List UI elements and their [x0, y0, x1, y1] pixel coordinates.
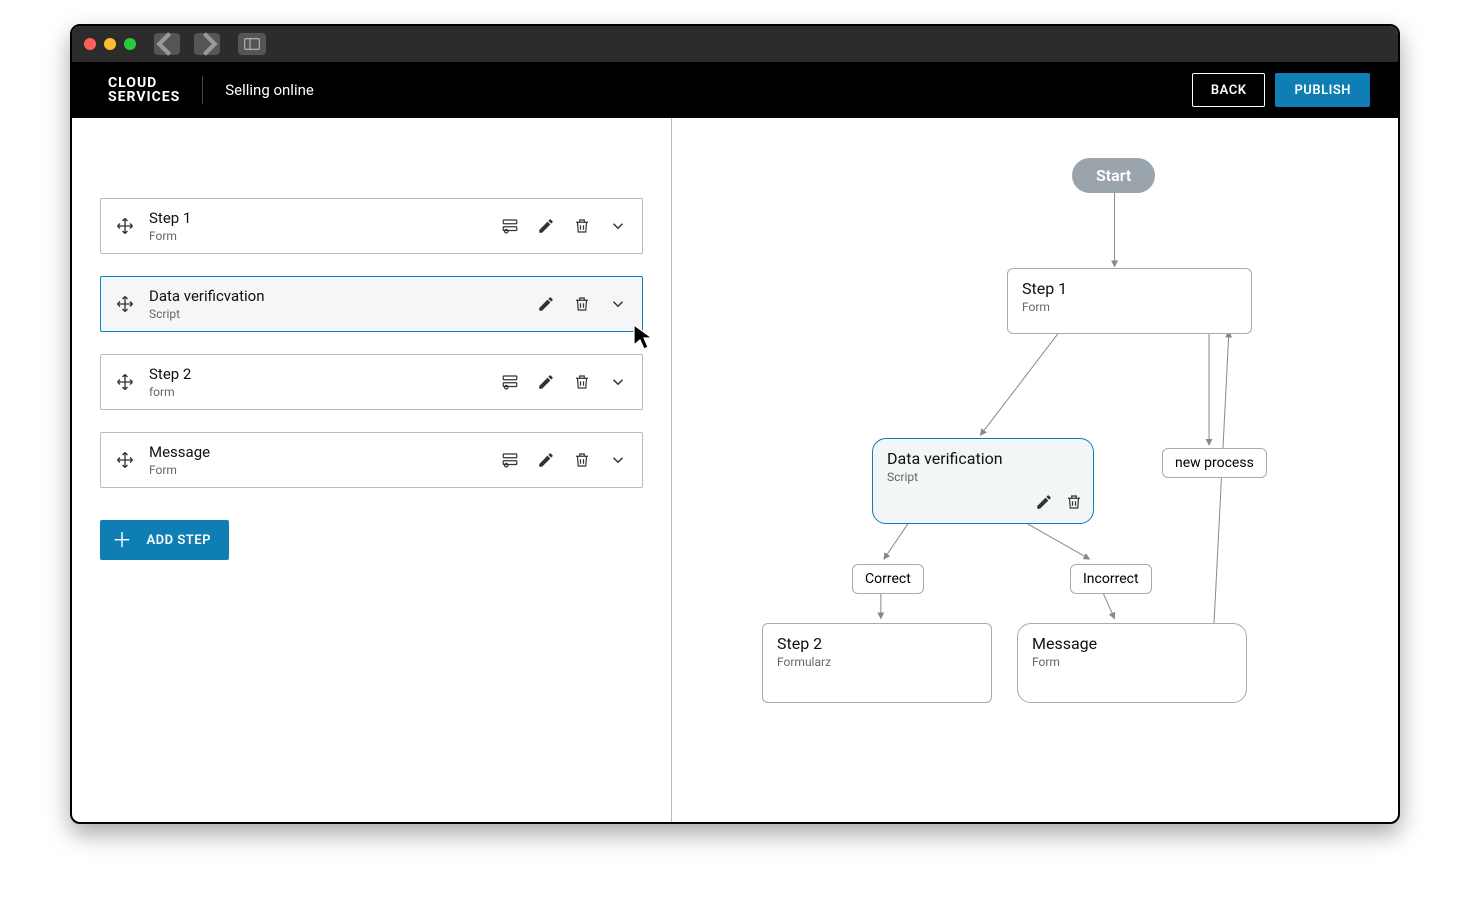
flow-canvas[interactable]: Start Step 1 Form Data verification Scri…	[672, 118, 1398, 822]
nav-forward-button[interactable]	[194, 33, 220, 55]
plus-icon: ＋	[112, 530, 133, 550]
flow-node-subtitle: Script	[887, 470, 1079, 484]
step-subtitle: form	[149, 385, 500, 399]
content-area: Step 1 Form Data verificvation Script	[72, 118, 1398, 822]
chevron-down-icon[interactable]	[608, 372, 628, 392]
edit-icon[interactable]	[536, 294, 556, 314]
sidebar-toggle-icon[interactable]	[238, 33, 266, 55]
logo-line2: SERVICES	[108, 90, 180, 104]
step-subtitle: Form	[149, 229, 500, 243]
delete-icon[interactable]	[572, 450, 592, 470]
publish-button-label: PUBLISH	[1294, 83, 1351, 98]
flow-node-start[interactable]: Start	[1072, 158, 1155, 193]
flow-node-newprocess[interactable]: new process	[1162, 448, 1267, 478]
flow-node-subtitle: Form	[1022, 300, 1237, 314]
drag-handle-icon[interactable]	[115, 372, 135, 392]
step-title: Step 2	[149, 365, 500, 383]
drag-handle-icon[interactable]	[115, 216, 135, 236]
configure-icon[interactable]	[500, 372, 520, 392]
flow-node-title: Step 2	[777, 634, 977, 653]
flow-node-step1[interactable]: Step 1 Form	[1007, 268, 1252, 334]
app-logo: CLOUD SERVICES	[108, 76, 180, 104]
add-step-label: ADD STEP	[147, 533, 211, 548]
window-close-dot[interactable]	[84, 38, 96, 50]
step-subtitle: Form	[149, 463, 500, 477]
step-title: Data verificvation	[149, 287, 536, 305]
edit-icon[interactable]	[536, 216, 556, 236]
window-zoom-dot[interactable]	[124, 38, 136, 50]
step-subtitle: Script	[149, 307, 536, 321]
step-card[interactable]: Step 1 Form	[100, 198, 643, 254]
page-title: Selling online	[225, 81, 314, 99]
edit-icon[interactable]	[1035, 493, 1053, 515]
back-button-label: BACK	[1211, 83, 1247, 98]
chevron-down-icon[interactable]	[608, 450, 628, 470]
flow-node-label: Correct	[865, 571, 911, 587]
nav-back-button[interactable]	[154, 33, 180, 55]
edit-icon[interactable]	[536, 372, 556, 392]
steps-panel: Step 1 Form Data verificvation Script	[72, 118, 672, 822]
delete-icon[interactable]	[572, 294, 592, 314]
chevron-down-icon[interactable]	[608, 216, 628, 236]
flow-node-title: Message	[1032, 634, 1232, 653]
configure-icon[interactable]	[500, 450, 520, 470]
delete-icon[interactable]	[572, 372, 592, 392]
flow-node-step2[interactable]: Step 2 Formularz	[762, 623, 992, 703]
drag-handle-icon[interactable]	[115, 294, 135, 314]
flow-node-title: Step 1	[1022, 279, 1237, 298]
window-minimize-dot[interactable]	[104, 38, 116, 50]
step-title: Message	[149, 443, 500, 461]
flow-node-verify[interactable]: Data verification Script	[872, 438, 1094, 524]
back-button[interactable]: BACK	[1192, 73, 1266, 107]
flow-node-incorrect[interactable]: Incorrect	[1070, 564, 1152, 594]
logo-line1: CLOUD	[108, 76, 180, 90]
publish-button[interactable]: PUBLISH	[1275, 73, 1370, 107]
app-window: CLOUD SERVICES Selling online BACK PUBLI…	[70, 24, 1400, 824]
flow-node-label: Incorrect	[1083, 571, 1139, 587]
step-card[interactable]: Message Form	[100, 432, 643, 488]
app-header: CLOUD SERVICES Selling online BACK PUBLI…	[72, 62, 1398, 118]
edit-icon[interactable]	[536, 450, 556, 470]
flow-node-message[interactable]: Message Form	[1017, 623, 1247, 703]
step-card[interactable]: Step 2 form	[100, 354, 643, 410]
delete-icon[interactable]	[572, 216, 592, 236]
delete-icon[interactable]	[1065, 493, 1083, 515]
flow-node-subtitle: Form	[1032, 655, 1232, 669]
chevron-down-icon[interactable]	[608, 294, 628, 314]
step-title: Step 1	[149, 209, 500, 227]
flow-node-title: Data verification	[887, 449, 1079, 468]
flow-node-label: new process	[1175, 455, 1254, 471]
add-step-button[interactable]: ＋ ADD STEP	[100, 520, 229, 560]
drag-handle-icon[interactable]	[115, 450, 135, 470]
step-card[interactable]: Data verificvation Script	[100, 276, 643, 332]
configure-icon[interactable]	[500, 216, 520, 236]
flow-node-correct[interactable]: Correct	[852, 564, 924, 594]
flow-node-start-label: Start	[1096, 166, 1131, 185]
window-chrome	[72, 26, 1398, 62]
flow-node-subtitle: Formularz	[777, 655, 977, 669]
header-divider	[202, 76, 203, 104]
